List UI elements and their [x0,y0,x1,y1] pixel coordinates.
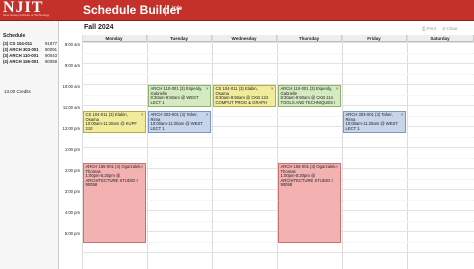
day-divider [342,35,343,269]
hour-gridline [82,252,474,253]
course-crn: 91877 [45,41,57,46]
close-icon[interactable]: × [336,164,339,170]
close-icon[interactable]: × [401,112,404,118]
half-hour-gridline [82,73,474,75]
day-divider [212,35,213,269]
hour-gridline [82,147,474,148]
close-icon[interactable]: × [206,86,209,92]
time-label: 1:00 pm [64,147,80,152]
course-event-arch110-thursday[interactable]: × ARCH 110-001 (3) Esperdy, Gabrielle 8:… [278,85,341,107]
course-code: (3) ARCH 303-001 [3,47,39,52]
course-crn: 90058 [45,59,57,64]
time-label: 10:00 am [62,84,80,89]
total-credits: 13.00 Credits [4,89,31,94]
top-bar: NJIT New Jersey Institute of Technology … [0,0,474,21]
time-label: 3:00 pm [64,189,80,194]
course-crn: 90043 [45,53,57,58]
close-icon[interactable]: × [141,112,144,118]
event-crn: 90058 [280,182,293,188]
event-location: LECT 1 [150,99,165,105]
course-code: (3) ARCH 110-001 [3,53,39,58]
event-location: LECT 1 [345,125,360,131]
day-header-wednesday: Wednesday [212,35,277,42]
course-event-arch155-monday[interactable]: × ARCH 155-001 (4) Ogorzalek, Thomas 1:0… [83,163,146,243]
app-title: Schedule Builder [83,3,182,17]
event-location: TOOLS AND TECHNIQUES I [280,99,336,105]
course-code: (4) ARCH 155-001 [3,59,39,64]
clear-label: Clear [446,26,458,31]
weekly-calendar: Monday Tuesday Wednesday Thursday Friday… [59,35,474,269]
day-header-tuesday: Tuesday [147,35,212,42]
event-location: LECT 1 [150,125,165,131]
course-event-arch155-thursday[interactable]: × ARCH 155-001 (4) Ogorzalek, Thomas 1:0… [278,163,341,243]
event-location: 210 [85,125,93,131]
clear-icon: ⊘ [442,25,446,31]
day-header-monday: Monday [82,35,147,42]
day-divider [147,35,148,269]
half-hour-gridline [82,157,474,159]
day-header-thursday: Thursday [277,35,342,42]
close-icon[interactable]: × [141,164,144,170]
course-event-cs104-monday[interactable]: × CS 104-011 (3) Elabin, Osama 10:00am-1… [83,111,146,133]
logo-subtext: New Jersey Institute of Technology [3,13,50,17]
day-header-saturday: Saturday [407,35,474,42]
course-event-arch110-tuesday[interactable]: × ARCH 110-001 (3) Esperdy, Gabrielle 8:… [148,85,211,107]
half-hour-gridline [82,52,474,54]
event-crn: 90058 [85,182,98,188]
course-code: (3) CS 104-011 [3,41,33,46]
hour-gridline [82,42,474,43]
day-header-friday: Friday [342,35,407,42]
time-label: 8:00 am [64,42,80,47]
course-event-arch303-friday[interactable]: × ARCH 303-001 (3) Taher, Rima 10:00am-1… [343,111,406,133]
title-divider [165,5,166,16]
info-link[interactable]: Info [172,6,182,12]
course-event-arch303-tuesday[interactable]: × ARCH 303-001 (3) Taher, Rima 10:00am-1… [148,111,211,133]
time-label: 9:00 am [64,63,80,68]
schedule-sidebar: Schedule (3) CS 104-011 91877 (3) ARCH 3… [0,21,59,269]
close-icon[interactable]: × [206,112,209,118]
hour-gridline [82,63,474,64]
close-icon[interactable]: × [271,86,274,92]
course-event-cs104-wednesday[interactable]: × CS 104-011 (3) Elabin, Osama 8:30am-9:… [213,85,276,107]
time-label: 11:00 am [62,105,80,110]
clear-button[interactable]: ⊘ Clear [442,25,458,32]
time-label: 12:00 pm [62,126,80,131]
time-label: 4:00 pm [64,210,80,215]
time-label: 2:00 pm [64,168,80,173]
print-button[interactable]: ⎙ Print [422,25,436,32]
half-hour-gridline [82,136,474,138]
time-label: 5:00 pm [64,231,80,236]
term-title: Fall 2024 [84,24,114,31]
sidebar-title: Schedule [3,33,26,39]
event-time: 10:00am-11:20am @ KUPF [85,121,137,127]
printer-icon: ⎙ [422,26,426,31]
njit-logo[interactable]: NJIT New Jersey Institute of Technology [3,0,71,19]
course-crn: 90091 [45,47,57,52]
print-label: Print [426,26,436,31]
event-location: COMPUT PROG & GRAPH [215,99,268,105]
day-divider [407,35,408,269]
close-icon[interactable]: × [336,86,339,92]
